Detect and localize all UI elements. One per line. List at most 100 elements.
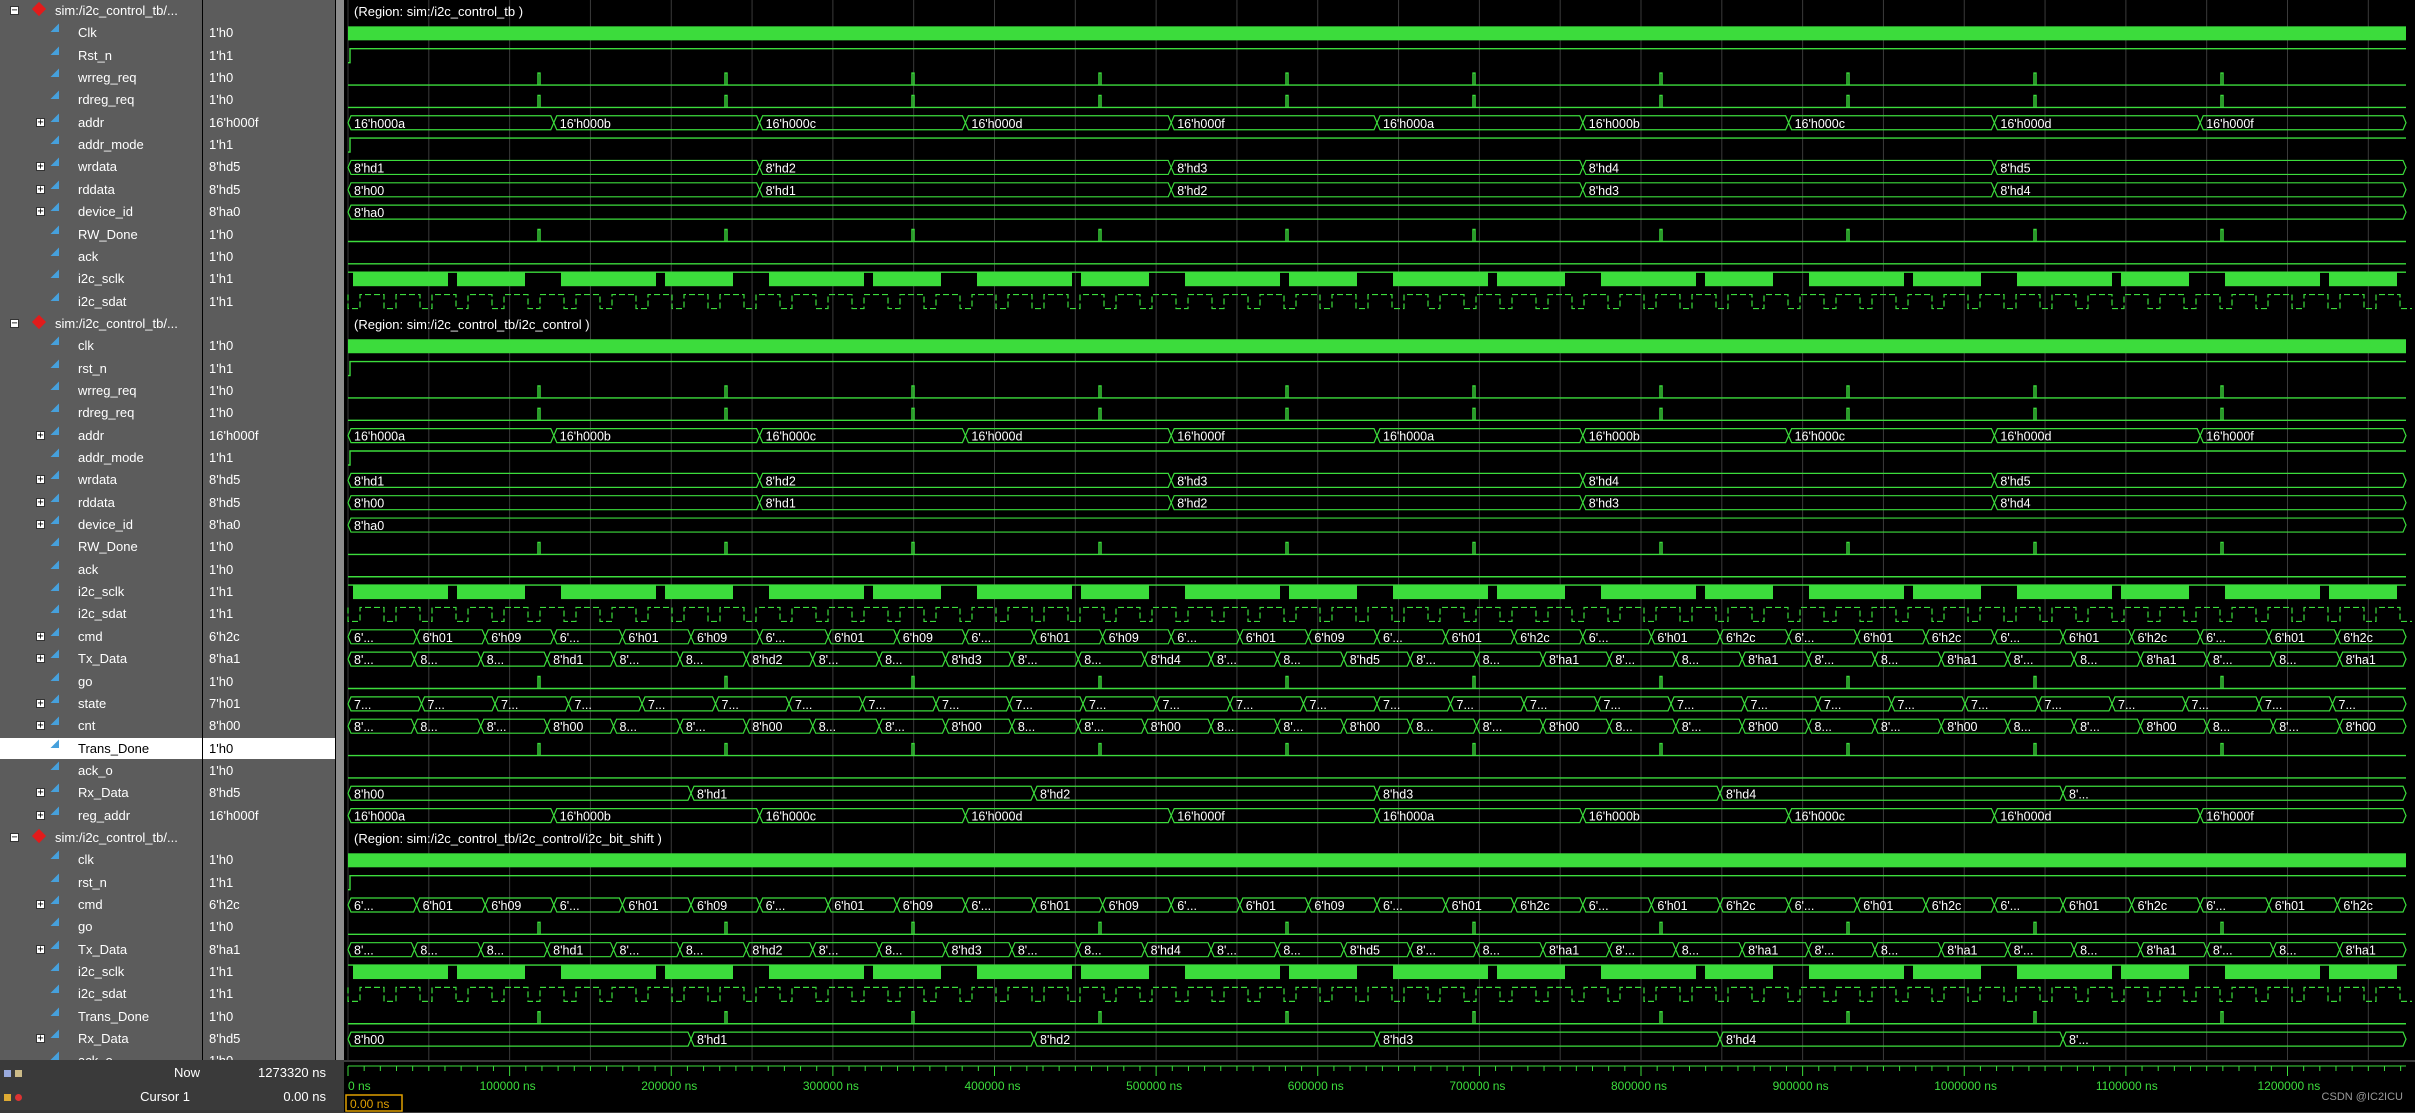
waveform-tool-icon[interactable] [4, 1070, 11, 1077]
expand-toggle-icon[interactable]: + [36, 1034, 45, 1044]
expand-toggle-icon[interactable]: + [36, 654, 45, 664]
signal-row-ack-o[interactable]: ack_o [0, 760, 202, 781]
signal-row-cnt[interactable]: + cnt [0, 715, 202, 736]
signal-row-rdreg-req[interactable]: rdreg_req [0, 402, 202, 423]
signal-row-device-id[interactable]: + device_id [0, 201, 202, 222]
signal-row-ack[interactable]: ack [0, 246, 202, 267]
signal-row-sim-i2c-control-tb-[interactable]: − sim:/i2c_control_tb/... [0, 827, 202, 848]
signal-value-text: 1'h0 [209, 1008, 234, 1024]
signal-row-trans-done[interactable]: Trans_Done [0, 737, 202, 759]
expand-toggle-icon[interactable]: + [36, 944, 45, 954]
signal-row-addr[interactable]: + addr [0, 425, 202, 446]
signal-row-rdreg-req[interactable]: rdreg_req [0, 89, 202, 110]
signal-row-tx-data[interactable]: + Tx_Data [0, 648, 202, 669]
expand-toggle-icon[interactable]: + [36, 520, 45, 530]
sclk-burst [1185, 965, 1280, 980]
toolbar-icons[interactable] [4, 1062, 30, 1084]
bus-value-label: 8... [1283, 653, 1300, 667]
expand-toggle-icon[interactable]: + [36, 810, 45, 820]
expand-toggle-icon[interactable]: + [36, 721, 45, 731]
bus-value-label: 16'h000d [971, 117, 1022, 131]
signal-row-go[interactable]: go [0, 916, 202, 937]
signal-row-sim-i2c-control-tb-[interactable]: − sim:/i2c_control_tb/... [0, 313, 202, 334]
bus-segment [347, 785, 692, 801]
bus-value-label: 8'hd5 [2000, 161, 2030, 175]
signal-row-sim-i2c-control-tb-[interactable]: − sim:/i2c_control_tb/... [0, 0, 202, 21]
signal-row-addr[interactable]: + addr [0, 112, 202, 133]
expand-toggle-icon[interactable]: + [36, 497, 45, 507]
signal-row-i2c-sdat[interactable]: i2c_sdat [0, 983, 202, 1004]
sclk-burst [1081, 585, 1149, 600]
signal-row-device-id[interactable]: + device_id [0, 514, 202, 535]
pulse-wave [348, 228, 2406, 243]
signal-row-go[interactable]: go [0, 671, 202, 692]
bus-value-label: 6'h09 [491, 631, 521, 645]
signal-row-wrreg-req[interactable]: wrreg_req [0, 380, 202, 401]
signal-row-clk[interactable]: clk [0, 335, 202, 356]
signal-row-cmd[interactable]: + cmd [0, 894, 202, 915]
signal-row-i2c-sclk[interactable]: i2c_sclk [0, 268, 202, 289]
expand-toggle-icon[interactable]: + [36, 162, 45, 172]
signal-row-tx-data[interactable]: + Tx_Data [0, 939, 202, 960]
expand-toggle-icon[interactable]: + [36, 900, 45, 910]
cursor-tool-icons[interactable] [4, 1086, 30, 1108]
signal-row-i2c-sdat[interactable]: i2c_sdat [0, 603, 202, 624]
bus-value-label: 8... [1615, 720, 1632, 734]
signal-row-rst-n[interactable]: rst_n [0, 872, 202, 893]
signal-row-wrdata[interactable]: + wrdata [0, 156, 202, 177]
bus-value-label: 8'ha1 [1549, 944, 1579, 958]
bus-value-label: 8'hd3 [1177, 161, 1207, 175]
collapse-toggle-icon[interactable]: − [10, 6, 19, 16]
signal-value-text: 1'h0 [209, 92, 234, 108]
signal-row-rx-data[interactable]: + Rx_Data [0, 1028, 202, 1049]
expand-toggle-icon[interactable]: + [36, 184, 45, 194]
pulse-wave [348, 541, 2406, 556]
collapse-toggle-icon[interactable]: − [10, 832, 19, 842]
signal-row-i2c-sclk[interactable]: i2c_sclk [0, 581, 202, 602]
signal-row-clk[interactable]: Clk [0, 22, 202, 43]
expand-toggle-icon[interactable]: + [36, 430, 45, 440]
cursor-lock-icon[interactable] [4, 1094, 11, 1101]
bus-value-label: 8... [1483, 653, 1500, 667]
bus-segment [758, 472, 1172, 488]
signal-row-reg-addr[interactable]: + reg_addr [0, 805, 202, 826]
signal-row-rddata[interactable]: + rddata [0, 179, 202, 200]
signal-row-ack[interactable]: ack [0, 559, 202, 580]
waveform-pane[interactable]: (Region: sim:/i2c_control_tb ) 16'h000a 16… [344, 0, 2415, 1060]
collapse-toggle-icon[interactable]: − [10, 318, 19, 328]
signal-row-clk[interactable]: clk [0, 849, 202, 870]
signal-row-rst-n[interactable]: Rst_n [0, 45, 202, 66]
signal-row-wrreg-req[interactable]: wrreg_req [0, 67, 202, 88]
expand-toggle-icon[interactable]: + [36, 631, 45, 641]
signal-row-ack-o[interactable]: ack_o [0, 1050, 202, 1060]
edit-tool-icon[interactable] [14, 1070, 22, 1077]
bus-value-label: 7... [501, 698, 518, 712]
expand-toggle-icon[interactable]: + [36, 117, 45, 127]
signal-row-wrdata[interactable]: + wrdata [0, 469, 202, 490]
delete-cursor-icon[interactable] [14, 1094, 22, 1101]
signal-row-rw-done[interactable]: RW_Done [0, 224, 202, 245]
signal-row-i2c-sdat[interactable]: i2c_sdat [0, 291, 202, 312]
expand-toggle-icon[interactable]: + [36, 788, 45, 798]
signal-row-rx-data[interactable]: + Rx_Data [0, 782, 202, 803]
signal-row-addr-mode[interactable]: addr_mode [0, 134, 202, 155]
signal-icon [50, 157, 68, 175]
expand-toggle-icon[interactable]: + [36, 698, 45, 708]
watermark: CSDN @IC2ICU [2321, 1091, 2403, 1103]
pane-splitter[interactable] [336, 0, 344, 1113]
signal-row-rst-n[interactable]: rst_n [0, 358, 202, 379]
signal-row-rddata[interactable]: + rddata [0, 492, 202, 513]
expand-toggle-icon[interactable]: + [36, 475, 45, 485]
sclk-burst [457, 965, 525, 980]
signal-row-trans-done[interactable]: Trans_Done [0, 1006, 202, 1027]
bus-value-label: 8'hd2 [1177, 497, 1207, 511]
expand-toggle-icon[interactable]: + [36, 207, 45, 217]
signal-row-cmd[interactable]: + cmd [0, 626, 202, 647]
signal-row-rw-done[interactable]: RW_Done [0, 536, 202, 557]
bus-value-label: 6'h09 [1109, 631, 1139, 645]
signal-row-i2c-sclk[interactable]: i2c_sclk [0, 961, 202, 982]
signal-row-state[interactable]: + state [0, 693, 202, 714]
signal-value: 8'ha1 [203, 648, 335, 669]
time-axis[interactable]: 0 ns 100000 ns 200000 ns 300000 ns 400000 ns… [344, 1062, 2415, 1112]
signal-row-addr-mode[interactable]: addr_mode [0, 447, 202, 468]
